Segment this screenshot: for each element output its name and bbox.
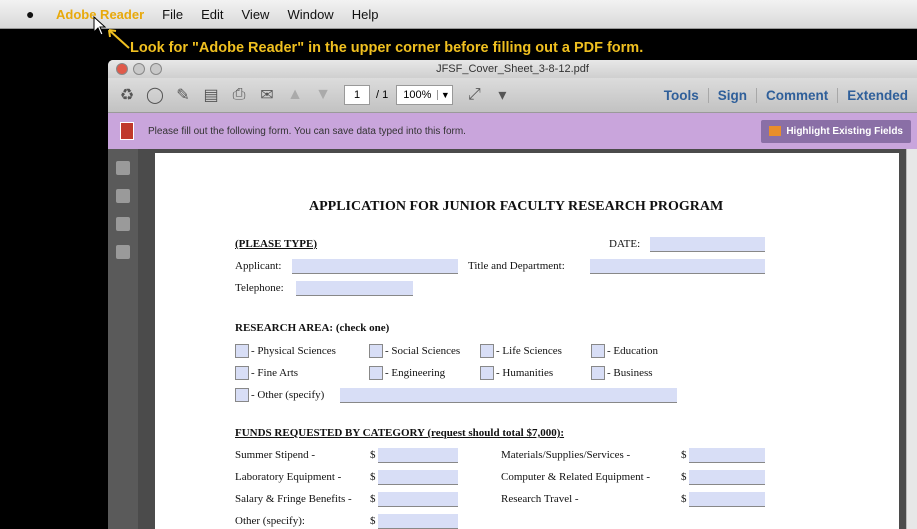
summer-stipend-field[interactable] bbox=[378, 448, 458, 463]
email-icon[interactable]: ✉ bbox=[256, 84, 278, 106]
menu-window[interactable]: Window bbox=[287, 7, 333, 22]
vertical-scrollbar[interactable] bbox=[906, 149, 917, 529]
sign-button[interactable]: Sign bbox=[707, 87, 756, 103]
social-sciences-label: - Social Sciences bbox=[385, 345, 461, 357]
create-pdf-icon[interactable]: ♻ bbox=[116, 84, 138, 106]
salary-benefits-label: Salary & Fringe Benefits - bbox=[235, 493, 352, 505]
dollar-sign: $ bbox=[370, 515, 376, 527]
please-type-label: (PLEASE TYPE) bbox=[235, 238, 318, 250]
document-area: APPLICATION FOR JUNIOR FACULTY RESEARCH … bbox=[108, 149, 917, 529]
dollar-sign: $ bbox=[370, 493, 376, 505]
research-area-heading: RESEARCH AREA: (check one) bbox=[235, 322, 390, 334]
page-thumbnails-icon[interactable] bbox=[116, 161, 130, 175]
menu-help[interactable]: Help bbox=[352, 7, 379, 22]
extended-button[interactable]: Extended bbox=[837, 87, 917, 103]
other-area-field[interactable] bbox=[340, 388, 677, 403]
layers-icon[interactable] bbox=[116, 189, 130, 203]
mouse-cursor-icon bbox=[93, 16, 107, 36]
telephone-field[interactable] bbox=[296, 281, 413, 296]
annotation-text: Look for "Adobe Reader" in the upper cor… bbox=[130, 40, 644, 56]
attachments-icon[interactable] bbox=[116, 217, 130, 231]
page-count: / 1 bbox=[376, 89, 389, 101]
title-department-field[interactable] bbox=[590, 259, 765, 274]
menu-view[interactable]: View bbox=[242, 7, 270, 22]
fine-arts-label: - Fine Arts bbox=[251, 367, 299, 379]
humanities-label: - Humanities bbox=[496, 367, 554, 379]
dollar-sign: $ bbox=[681, 449, 687, 461]
menu-file[interactable]: File bbox=[162, 7, 183, 22]
reader-window: JFSF_Cover_Sheet_3-8-12.pdf ♻ ◯ ✎ ▤ ⎙ ✉ … bbox=[108, 60, 917, 529]
print-icon[interactable]: ⎙ bbox=[228, 84, 250, 106]
other-area-label: - Other (specify) bbox=[251, 389, 325, 401]
salary-benefits-field[interactable] bbox=[378, 492, 458, 507]
previous-page-icon[interactable]: ▲ bbox=[284, 84, 306, 106]
form-notification-bar: Please fill out the following form. You … bbox=[108, 113, 917, 150]
toolbar: ♻ ◯ ✎ ▤ ⎙ ✉ ▲ ▼ 1 / 1 100% ▼ ⤢ ▾ Tools S… bbox=[108, 78, 917, 113]
materials-label: Materials/Supplies/Services - bbox=[501, 449, 631, 461]
physical-sciences-checkbox[interactable] bbox=[235, 344, 249, 358]
edit-icon[interactable]: ✎ bbox=[172, 84, 194, 106]
research-travel-label: Research Travel - bbox=[501, 493, 579, 505]
laboratory-equipment-label: Laboratory Equipment - bbox=[235, 471, 342, 483]
applicant-label: Applicant: bbox=[235, 260, 282, 272]
laboratory-equipment-field[interactable] bbox=[378, 470, 458, 485]
other-funds-label: Other (specify): bbox=[235, 515, 305, 527]
chevron-down-icon: ▼ bbox=[437, 90, 452, 100]
social-sciences-checkbox[interactable] bbox=[369, 344, 383, 358]
dollar-sign: $ bbox=[370, 449, 376, 461]
menu-edit[interactable]: Edit bbox=[201, 7, 223, 22]
business-checkbox[interactable] bbox=[591, 366, 605, 380]
form-message: Please fill out the following form. You … bbox=[148, 125, 466, 137]
business-label: - Business bbox=[607, 367, 653, 379]
title-department-label: Title and Department: bbox=[468, 260, 565, 272]
engineering-label: - Engineering bbox=[385, 367, 446, 379]
other-funds-field[interactable] bbox=[378, 514, 458, 529]
highlight-icon bbox=[769, 126, 782, 136]
physical-sciences-label: - Physical Sciences bbox=[251, 345, 336, 357]
education-checkbox[interactable] bbox=[591, 344, 605, 358]
materials-field[interactable] bbox=[689, 448, 765, 463]
zoom-select[interactable]: 100% ▼ bbox=[396, 85, 454, 105]
dollar-sign: $ bbox=[681, 471, 687, 483]
more-tools-icon[interactable]: ▾ bbox=[491, 84, 513, 106]
life-sciences-checkbox[interactable] bbox=[480, 344, 494, 358]
summer-stipend-label: Summer Stipend - bbox=[235, 449, 316, 461]
save-icon[interactable]: ▤ bbox=[200, 84, 222, 106]
zoom-value: 100% bbox=[403, 89, 432, 101]
form-title: APPLICATION FOR JUNIOR FACULTY RESEARCH … bbox=[309, 199, 724, 214]
dollar-sign: $ bbox=[681, 493, 687, 505]
humanities-checkbox[interactable] bbox=[480, 366, 494, 380]
page-number-input[interactable]: 1 bbox=[344, 85, 370, 105]
education-label: - Education bbox=[607, 345, 659, 357]
highlight-fields-label: Highlight Existing Fields bbox=[786, 125, 903, 137]
computer-equipment-label: Computer & Related Equipment - bbox=[501, 471, 651, 483]
date-field[interactable] bbox=[650, 237, 765, 252]
fine-arts-checkbox[interactable] bbox=[235, 366, 249, 380]
dollar-sign: $ bbox=[370, 471, 376, 483]
funds-heading: FUNDS REQUESTED BY CATEGORY (request sho… bbox=[235, 427, 565, 439]
open-file-icon[interactable]: ◯ bbox=[144, 84, 166, 106]
next-page-icon[interactable]: ▼ bbox=[312, 84, 334, 106]
highlight-fields-button[interactable]: Highlight Existing Fields bbox=[761, 119, 911, 143]
signatures-icon[interactable] bbox=[116, 245, 130, 259]
apple-menu-icon[interactable]: ● bbox=[26, 6, 48, 22]
menu-bar: ● Adobe Reader File Edit View Window Hel… bbox=[0, 0, 917, 29]
title-bar: JFSF_Cover_Sheet_3-8-12.pdf bbox=[108, 60, 917, 78]
fit-page-icon[interactable]: ⤢ bbox=[463, 84, 485, 106]
applicant-field[interactable] bbox=[292, 259, 458, 274]
date-label: DATE: bbox=[609, 238, 641, 250]
research-travel-field[interactable] bbox=[689, 492, 765, 507]
engineering-checkbox[interactable] bbox=[369, 366, 383, 380]
window-title: JFSF_Cover_Sheet_3-8-12.pdf bbox=[436, 63, 589, 75]
comment-button[interactable]: Comment bbox=[755, 87, 837, 103]
form-icon bbox=[120, 122, 134, 140]
tools-button[interactable]: Tools bbox=[655, 88, 708, 103]
navigation-panel bbox=[108, 149, 138, 529]
telephone-label: Telephone: bbox=[235, 282, 284, 294]
computer-equipment-field[interactable] bbox=[689, 470, 765, 485]
pdf-page: APPLICATION FOR JUNIOR FACULTY RESEARCH … bbox=[155, 153, 899, 529]
life-sciences-label: - Life Sciences bbox=[496, 345, 562, 357]
other-area-checkbox[interactable] bbox=[235, 388, 249, 402]
